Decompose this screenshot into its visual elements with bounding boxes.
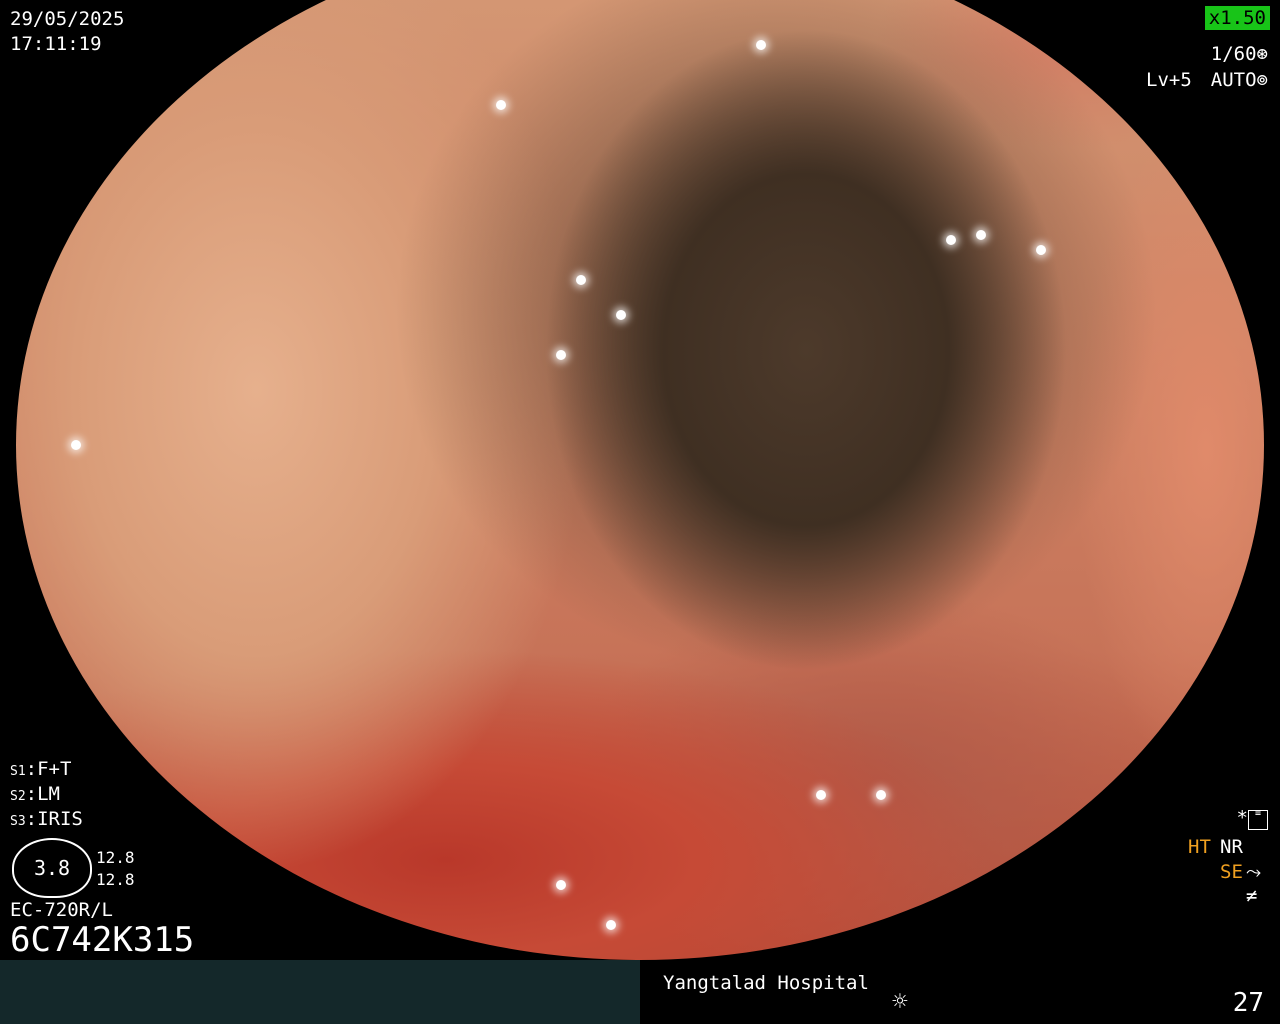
light-reflection xyxy=(496,100,506,110)
iris-mode-value: AUTO xyxy=(1210,69,1257,91)
ht-indicator: HT xyxy=(1188,836,1211,858)
gauge-reading-a: 12.8 xyxy=(96,848,135,867)
light-reflection xyxy=(616,310,626,320)
shutter-icon: ⊛ xyxy=(1256,43,1268,65)
light-reflection xyxy=(606,920,616,930)
switch-2-value: LM xyxy=(37,783,60,805)
light-reflection xyxy=(556,880,566,890)
switch-2-label: S2 xyxy=(10,789,26,804)
se-indicator: SE xyxy=(1220,861,1243,883)
gauge-value: 3.8 xyxy=(33,856,71,880)
light-reflection xyxy=(71,440,81,450)
light-reflection xyxy=(816,790,826,800)
switch-2-assignment: S2:LM xyxy=(10,783,60,805)
footer-left-panel xyxy=(0,960,640,1024)
light-reflection xyxy=(1036,245,1046,255)
image-counter: 27 xyxy=(1232,988,1264,1018)
time-readout: 17:11:19 xyxy=(10,33,102,55)
scope-serial: 6C742K315 xyxy=(10,920,195,960)
switch-3-value: IRIS xyxy=(37,808,83,830)
nr-indicator: NR xyxy=(1220,836,1243,858)
light-reflection xyxy=(946,235,956,245)
switch-1-value: F+T xyxy=(37,758,72,780)
light-reflection xyxy=(576,275,586,285)
switch-3-assignment: S3:IRIS xyxy=(10,808,83,830)
date-readout: 29/05/2025 xyxy=(10,8,125,30)
not-equal-indicator: ≠ xyxy=(1246,885,1258,907)
brightness-level: Lv+5 xyxy=(1146,69,1192,91)
sun-icon: ☼ xyxy=(892,987,908,1017)
light-reflection xyxy=(876,790,886,800)
switch-1-assignment: S1:F+T xyxy=(10,758,72,780)
light-reflection xyxy=(756,40,766,50)
scope-model: EC-720R/L xyxy=(10,899,113,921)
hospital-name: Yangtalad Hospital xyxy=(663,972,869,994)
light-reflection xyxy=(556,350,566,360)
iris-icon: ⊚ xyxy=(1256,69,1268,91)
iris-mode: AUTO⊚ xyxy=(1211,68,1268,92)
scope-gauge-icon: 3.8 xyxy=(12,838,92,898)
endoscope-image xyxy=(16,0,1264,960)
structure-enhance-icon: ⤳ xyxy=(1246,861,1262,883)
gauge-reading-b: 12.8 xyxy=(96,870,135,889)
switch-3-label: S3 xyxy=(10,814,26,829)
light-reflection xyxy=(976,230,986,240)
shutter-readout: 1/60⊛ xyxy=(1211,42,1268,66)
settings-sliders-icon: ≡ xyxy=(1248,809,1268,830)
zoom-badge: x1.50 xyxy=(1204,6,1270,30)
capture-marker: * xyxy=(1236,807,1248,829)
switch-1-label: S1 xyxy=(10,764,26,779)
shutter-value: 1/60 xyxy=(1210,43,1257,65)
